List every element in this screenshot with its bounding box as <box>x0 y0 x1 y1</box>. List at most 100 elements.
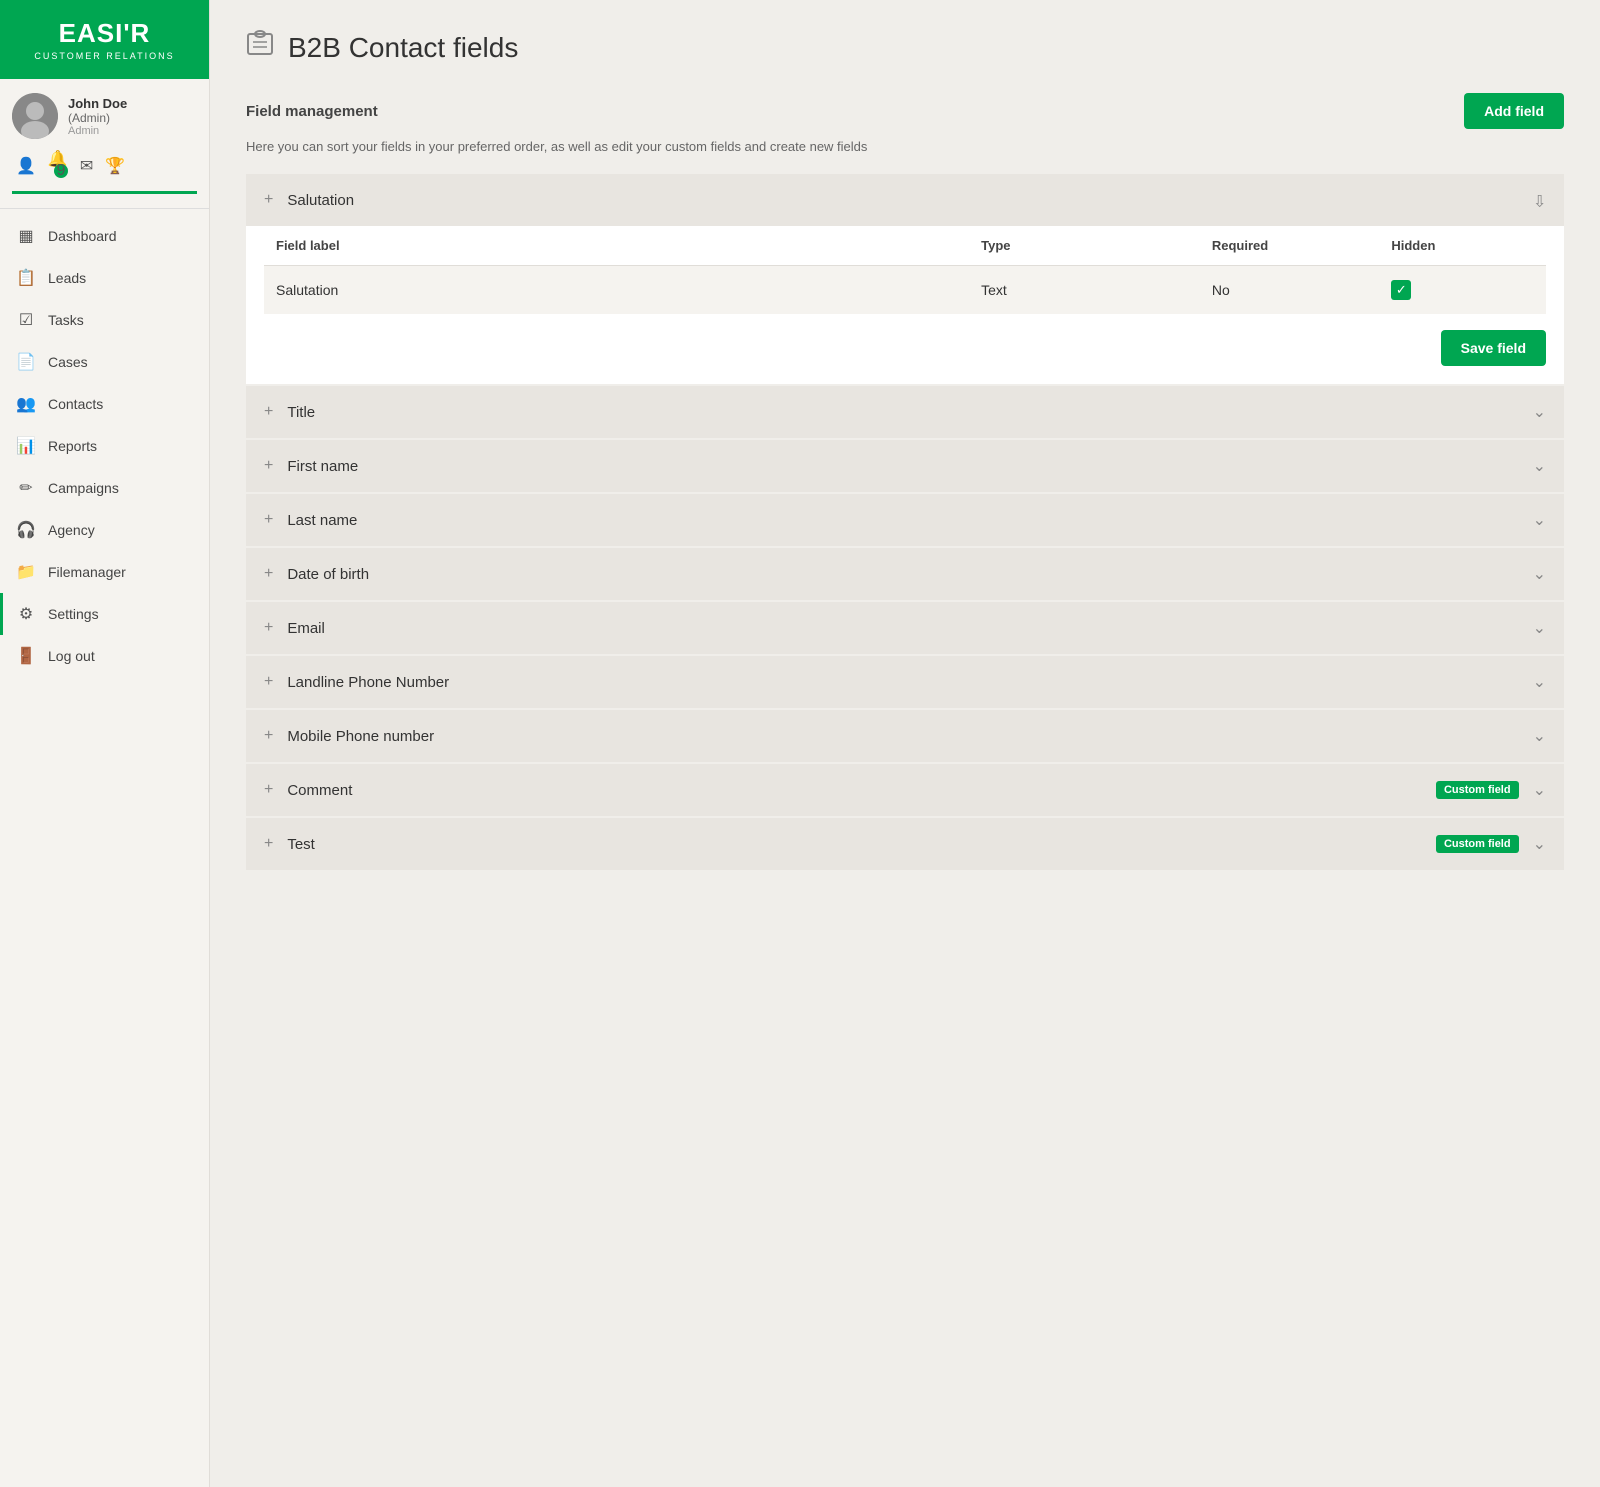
accordion-header-salutation[interactable]: + Salutation ⇧ <box>246 174 1564 226</box>
page-header: B2B Contact fields <box>246 30 1564 65</box>
sidebar-item-label: Campaigns <box>48 480 119 496</box>
sidebar-item-reports[interactable]: 📊 Reports <box>0 425 209 467</box>
trophy-icon[interactable]: 🏆 <box>105 156 125 176</box>
custom-field-badge: Custom field <box>1436 781 1519 799</box>
accordion-header-dob[interactable]: +Date of birth⌄ <box>246 548 1564 600</box>
accordion-field-name: Title <box>287 404 1518 421</box>
page-title: B2B Contact fields <box>288 32 518 64</box>
field-label-cell: Salutation <box>264 266 969 315</box>
nav-menu: ▦ Dashboard 📋 Leads ☑ Tasks 📄 Cases 👥 Co… <box>0 209 209 1487</box>
col-header-type: Type <box>969 226 1200 266</box>
sidebar-item-tasks[interactable]: ☑ Tasks <box>0 299 209 341</box>
hidden-checkbox[interactable]: ✓ <box>1391 280 1411 300</box>
description-text: Here you can sort your fields in your pr… <box>246 139 1564 154</box>
chevron-down-icon: ⌄ <box>1533 402 1546 422</box>
settings-icon: ⚙ <box>16 604 36 624</box>
chevron-down-icon: ⌄ <box>1533 618 1546 638</box>
accordion-item-salutation: + Salutation ⇧ Field label Type Required… <box>246 174 1564 384</box>
sidebar-item-label: Log out <box>48 648 95 664</box>
add-field-button[interactable]: Add field <box>1464 93 1564 129</box>
sidebar-item-settings[interactable]: ⚙ Settings <box>0 593 209 635</box>
accordion-field-name: First name <box>287 458 1518 475</box>
accordion-field-name: Salutation <box>287 192 1518 209</box>
save-field-button[interactable]: Save field <box>1441 330 1546 366</box>
section-title: Field management <box>246 103 378 120</box>
plus-icon: + <box>264 191 273 209</box>
accordion-header-test[interactable]: +TestCustom field⌄ <box>246 818 1564 870</box>
sidebar-item-label: Cases <box>48 354 88 370</box>
accordion-field-name: Date of birth <box>287 566 1518 583</box>
sidebar-item-logout[interactable]: 🚪 Log out <box>0 635 209 677</box>
sidebar-item-filemanager[interactable]: 📁 Filemanager <box>0 551 209 593</box>
col-header-required: Required <box>1200 226 1379 266</box>
plus-icon: + <box>264 673 273 691</box>
green-line <box>12 191 197 194</box>
chevron-down-icon: ⌄ <box>1533 510 1546 530</box>
accordion-item-landline: +Landline Phone Number⌄ <box>246 656 1564 708</box>
plus-icon: + <box>264 403 273 421</box>
user-role: (Admin) <box>68 111 127 125</box>
accordion-header-title[interactable]: + Title ⌄ <box>246 386 1564 438</box>
sidebar-item-leads[interactable]: 📋 Leads <box>0 257 209 299</box>
accordion: + Salutation ⇧ Field label Type Required… <box>246 174 1564 872</box>
sidebar-item-label: Dashboard <box>48 228 117 244</box>
accordion-field-name: Comment <box>287 782 1422 799</box>
plus-icon: + <box>264 511 273 529</box>
logo-sub: CUSTOMER RELATIONS <box>34 51 174 61</box>
sidebar-item-agency[interactable]: 🎧 Agency <box>0 509 209 551</box>
col-header-hidden: Hidden <box>1379 226 1546 266</box>
user-label: Admin <box>68 125 127 137</box>
plus-icon: + <box>264 727 273 745</box>
field-hidden-cell: ✓ <box>1379 266 1546 315</box>
sidebar-item-label: Reports <box>48 438 97 454</box>
accordion-item-lastname: +Last name⌄ <box>246 494 1564 546</box>
reports-icon: 📊 <box>16 436 36 456</box>
sidebar-item-campaigns[interactable]: ✏ Campaigns <box>0 467 209 509</box>
accordion-item-mobile: +Mobile Phone number⌄ <box>246 710 1564 762</box>
mail-icon[interactable]: ✉ <box>80 156 93 176</box>
accordion-item-email: + Email ⌄ <box>246 602 1564 654</box>
notification-icon[interactable]: 🔔 9 <box>48 149 68 183</box>
filemanager-icon: 📁 <box>16 562 36 582</box>
user-name: John Doe <box>68 96 127 111</box>
user-icons: 👤 🔔 9 ✉ 🏆 <box>12 149 125 183</box>
sidebar-item-dashboard[interactable]: ▦ Dashboard <box>0 215 209 257</box>
sidebar-item-cases[interactable]: 📄 Cases <box>0 341 209 383</box>
chevron-down-icon: ⌄ <box>1533 672 1546 692</box>
chevron-up-icon: ⇧ <box>1533 190 1546 210</box>
plus-icon: + <box>264 619 273 637</box>
field-required-cell: No <box>1200 266 1379 315</box>
sidebar-item-label: Agency <box>48 522 95 538</box>
sidebar-item-contacts[interactable]: 👥 Contacts <box>0 383 209 425</box>
agency-icon: 🎧 <box>16 520 36 540</box>
chevron-down-icon: ⌄ <box>1533 726 1546 746</box>
accordion-header-comment[interactable]: +CommentCustom field⌄ <box>246 764 1564 816</box>
field-table: Field label Type Required Hidden Salutat… <box>264 226 1546 314</box>
logo-text: EASI'R <box>34 18 174 49</box>
accordion-item-comment: +CommentCustom field⌄ <box>246 764 1564 816</box>
accordion-header-firstname[interactable]: +First name⌄ <box>246 440 1564 492</box>
sidebar-item-label: Leads <box>48 270 86 286</box>
sidebar: EASI'R CUSTOMER RELATIONS John Doe (Admi… <box>0 0 210 1487</box>
chevron-down-icon: ⌄ <box>1533 780 1546 800</box>
accordion-header-email[interactable]: + Email ⌄ <box>246 602 1564 654</box>
custom-field-badge: Custom field <box>1436 835 1519 853</box>
sidebar-item-label: Settings <box>48 606 99 622</box>
accordion-header-landline[interactable]: +Landline Phone Number⌄ <box>246 656 1564 708</box>
page-header-icon <box>246 30 274 65</box>
contacts-icon: 👥 <box>16 394 36 414</box>
accordion-field-name: Email <box>287 620 1518 637</box>
field-management-bar: Field management Add field <box>246 93 1564 129</box>
accordion-item-test: +TestCustom field⌄ <box>246 818 1564 870</box>
plus-icon: + <box>264 835 273 853</box>
accordion-header-mobile[interactable]: +Mobile Phone number⌄ <box>246 710 1564 762</box>
accordion-item-firstname: +First name⌄ <box>246 440 1564 492</box>
accordion-item-title: + Title ⌄ <box>246 386 1564 438</box>
accordion-header-lastname[interactable]: +Last name⌄ <box>246 494 1564 546</box>
field-type-cell: Text <box>969 266 1200 315</box>
profile-icon[interactable]: 👤 <box>16 156 36 176</box>
sidebar-item-label: Tasks <box>48 312 84 328</box>
cases-icon: 📄 <box>16 352 36 372</box>
collapsed-accordion-items: +Title⌄+First name⌄+Last name⌄+Date of b… <box>246 386 1564 872</box>
plus-icon: + <box>264 565 273 583</box>
